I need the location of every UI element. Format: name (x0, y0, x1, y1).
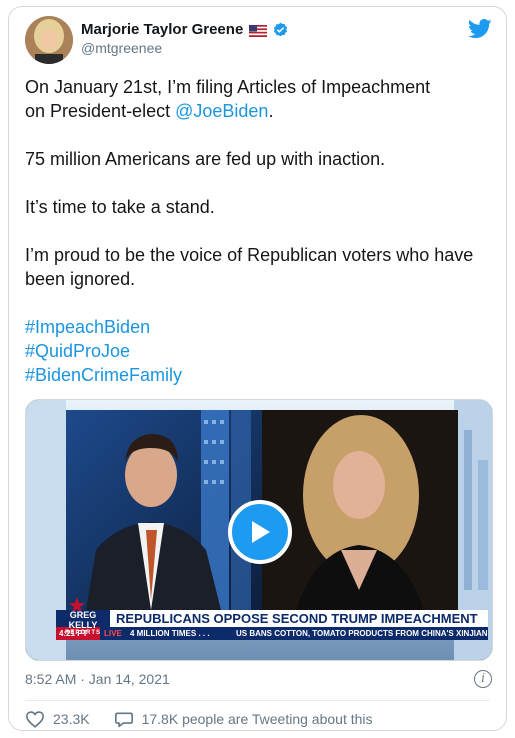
news-ticker: 4:21 PT LIVE 4 MILLION TIMES . . . US BA… (56, 627, 488, 640)
news-headline: REPUBLICANS OPPOSE SECOND TRUMP IMPEACHM… (116, 611, 478, 626)
tweet-body: On January 21st, I’m filing Articles of … (25, 75, 495, 387)
verified-icon (273, 22, 288, 37)
ticker-item: US BANS COTTON, TOMATO PRODUCTS FROM CHI… (236, 629, 488, 638)
mention-link[interactable]: @JoeBiden (175, 101, 268, 121)
conversation-link[interactable]: 17.8K people are Tweeting about this (114, 710, 373, 728)
ticker-item: 4 MILLION TIMES . . . (130, 629, 210, 638)
tweet-line: It’s time to take a stand. (25, 197, 215, 217)
author-handle[interactable]: @mtgreenee (81, 40, 162, 56)
tweet-timestamp[interactable]: 8:52 AM · Jan 14, 2021 (25, 671, 170, 687)
twitter-bird-icon[interactable] (468, 19, 492, 39)
info-icon[interactable]: i (474, 670, 492, 688)
avatar[interactable] (25, 16, 73, 64)
news-lower-third: GREG KELLY REPORTS REPUBLICANS OPPOSE SE… (56, 610, 488, 640)
news-time: 4:21 PT (59, 629, 88, 638)
tweet-actions: 23.3K 17.8K people are Tweeting about th… (25, 710, 373, 728)
play-icon (252, 521, 270, 543)
like-button[interactable]: 23.3K (25, 710, 90, 728)
hashtag-link[interactable]: #QuidProJoe (25, 339, 495, 363)
speech-bubble-icon (114, 712, 133, 728)
tweet-line: On January 21st, I’m filing Articles of … (25, 77, 431, 121)
divider (25, 700, 490, 701)
live-badge: LIVE (104, 629, 122, 638)
video-player[interactable]: GREG KELLY REPORTS REPUBLICANS OPPOSE SE… (25, 399, 493, 661)
tweet-card: Marjorie Taylor Greene @mtgreenee On Jan… (8, 6, 507, 731)
like-count: 23.3K (53, 711, 90, 727)
play-button[interactable] (228, 500, 292, 564)
us-flag-icon (249, 24, 268, 37)
heart-icon (25, 711, 45, 728)
tweet-line: I’m proud to be the voice of Republican … (25, 245, 474, 289)
tweet-line: 75 million Americans are fed up with ina… (25, 149, 386, 169)
hashtag-link[interactable]: #ImpeachBiden (25, 315, 495, 339)
tweeting-count: 17.8K people are Tweeting about this (141, 711, 373, 727)
show-logo: GREG KELLY REPORTS (64, 610, 101, 636)
author-name-row[interactable]: Marjorie Taylor Greene (81, 21, 288, 38)
hashtag-link[interactable]: #BidenCrimeFamily (25, 363, 495, 387)
author-name[interactable]: Marjorie Taylor Greene (81, 21, 243, 38)
